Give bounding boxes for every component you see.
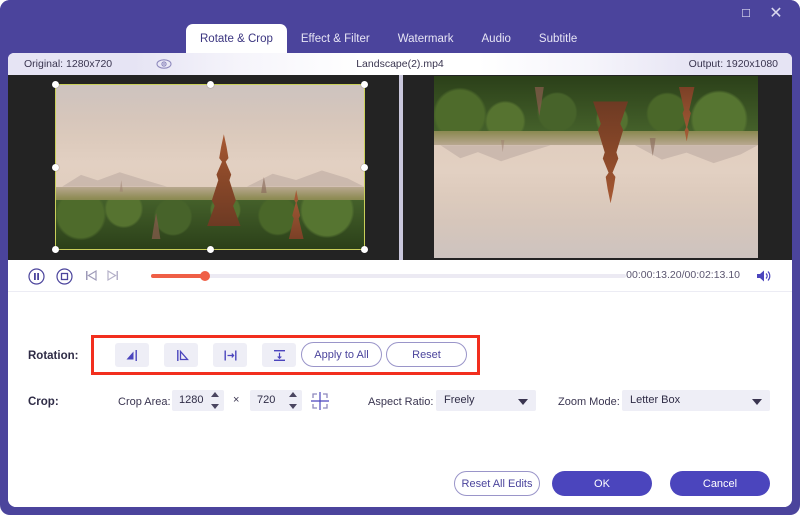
zoom-mode-select[interactable]: Letter Box <box>622 390 770 411</box>
rotation-label: Rotation: <box>28 350 79 362</box>
aspect-ratio-label: Aspect Ratio: <box>368 396 434 408</box>
progress-fill <box>151 274 206 278</box>
crop-handle-bottom-right[interactable] <box>361 246 368 253</box>
time-display: 00:00:13.20/00:02:13.10 <box>626 269 740 281</box>
crop-handle-top-right[interactable] <box>361 81 368 88</box>
next-frame-icon[interactable] <box>106 268 123 285</box>
crop-label: Crop: <box>28 396 59 408</box>
crop-width-value: 1280 <box>179 394 204 406</box>
crop-center-icon[interactable] <box>308 389 332 413</box>
tab-subtitle[interactable]: Subtitle <box>525 24 591 53</box>
output-video-frame <box>434 76 758 258</box>
crop-handle-top-left[interactable] <box>52 81 59 88</box>
progress-thumb[interactable] <box>200 271 210 281</box>
apply-to-all-button[interactable]: Apply to All <box>301 342 382 367</box>
rotate-left-icon[interactable] <box>115 343 149 367</box>
tab-effect-filter[interactable]: Effect & Filter <box>287 24 384 53</box>
crop-height-value: 720 <box>257 394 276 406</box>
cancel-button[interactable]: Cancel <box>670 471 770 496</box>
pause-icon[interactable] <box>28 268 45 285</box>
stop-icon[interactable] <box>56 268 73 285</box>
crop-height-input[interactable]: 720 <box>250 390 302 411</box>
flip-horizontal-icon[interactable] <box>213 343 247 367</box>
controls-section: Rotation: Apply to All Reset Crop: Crop … <box>8 292 792 452</box>
output-preview <box>400 75 792 260</box>
volume-icon[interactable] <box>755 268 772 284</box>
crop-width-input[interactable]: 1280 <box>172 390 224 411</box>
reset-rotation-button[interactable]: Reset <box>386 342 467 367</box>
preview-divider <box>399 75 403 260</box>
progress-slider[interactable] <box>151 271 626 281</box>
footer-bar: Reset All Edits OK Cancel <box>8 461 792 507</box>
close-icon[interactable]: ✕ <box>768 6 784 22</box>
tab-bar: Rotate & Crop Effect & Filter Watermark … <box>0 24 800 53</box>
zoom-mode-value: Letter Box <box>630 394 681 406</box>
playback-bar: 00:00:13.20/00:02:13.10 <box>8 260 792 292</box>
previous-frame-icon[interactable] <box>84 268 101 285</box>
flip-vertical-icon[interactable] <box>262 343 296 367</box>
reset-all-edits-button[interactable]: Reset All Edits <box>454 471 540 496</box>
rotate-right-icon[interactable] <box>164 343 198 367</box>
aspect-ratio-value: Freely <box>444 394 475 406</box>
tab-rotate-crop[interactable]: Rotate & Crop <box>186 24 287 53</box>
chevron-down-icon <box>518 399 528 405</box>
main-panel: Original: 1280x720 Landscape(2).mp4 Outp… <box>8 53 792 507</box>
preview-area <box>8 75 792 260</box>
crop-area-label: Crop Area: <box>118 396 171 408</box>
crop-handle-bottom-center[interactable] <box>206 246 214 253</box>
output-resolution-label: Output: 1920x1080 <box>688 58 778 70</box>
crop-selection-frame[interactable] <box>52 81 368 253</box>
maximize-icon[interactable]: ☐ <box>738 6 754 22</box>
file-name-label: Landscape(2).mp4 <box>356 58 444 70</box>
crop-handle-bottom-left[interactable] <box>52 246 59 253</box>
video-editor-window: ☐ ✕ Rotate & Crop Effect & Filter Waterm… <box>0 0 800 515</box>
chevron-down-icon <box>752 399 762 405</box>
tab-audio[interactable]: Audio <box>468 24 525 53</box>
zoom-mode-label: Zoom Mode: <box>558 396 620 408</box>
crop-dimension-separator: × <box>233 394 240 406</box>
crop-handle-middle-right[interactable] <box>361 163 368 171</box>
crop-handle-top-center[interactable] <box>206 81 214 88</box>
aspect-ratio-select[interactable]: Freely <box>436 390 536 411</box>
info-strip: Original: 1280x720 Landscape(2).mp4 Outp… <box>8 53 792 75</box>
crop-handle-middle-left[interactable] <box>52 163 59 171</box>
crop-height-stepper[interactable] <box>289 392 298 409</box>
original-preview <box>8 75 400 260</box>
ok-button[interactable]: OK <box>552 471 652 496</box>
title-bar: ☐ ✕ <box>0 0 800 27</box>
tab-watermark[interactable]: Watermark <box>384 24 468 53</box>
crop-width-stepper[interactable] <box>211 392 220 409</box>
